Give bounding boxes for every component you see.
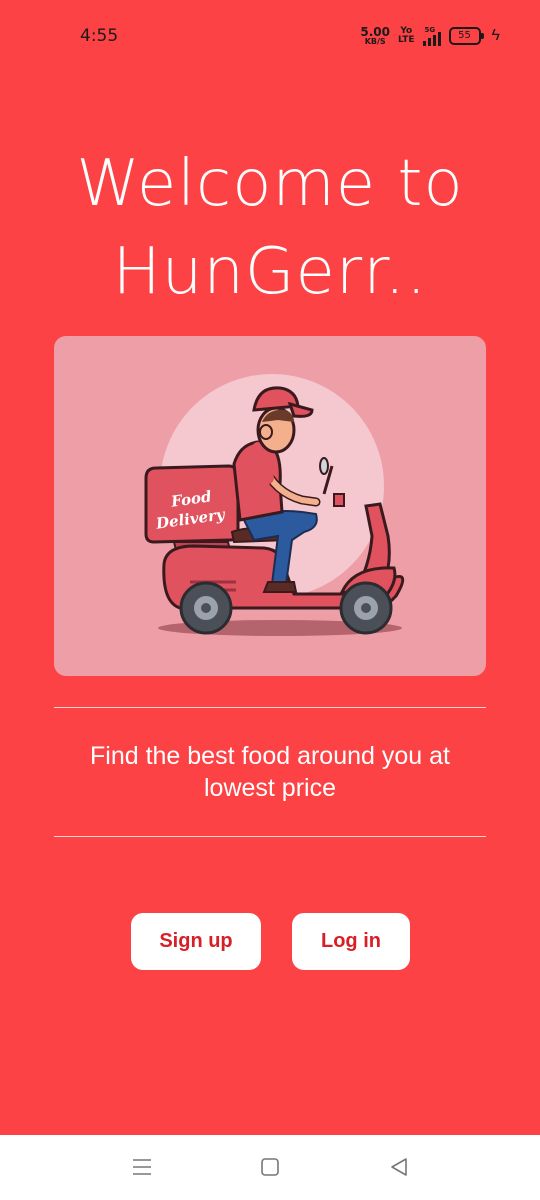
log-in-button[interactable]: Log in	[292, 913, 410, 970]
status-icons: 5.00 KB/S Yo LTE 5G 55 ϟ	[360, 24, 500, 48]
menu-icon[interactable]	[130, 1155, 154, 1179]
charging-icon: ϟ	[491, 27, 500, 44]
tagline-line1: Find the best food around you at	[90, 742, 450, 770]
scooter-delivery-illustration: Food Delivery	[144, 374, 405, 636]
network-type-label: 5G	[424, 25, 436, 34]
volte-icon: Yo LTE	[398, 27, 415, 45]
back-icon[interactable]	[388, 1155, 412, 1179]
network-speed-value: 5.00	[360, 24, 390, 39]
status-time: 4:55	[80, 26, 119, 46]
tagline-line2: lowest price	[204, 774, 336, 802]
signal-icon: 5G	[422, 25, 441, 46]
network-speed: 5.00 KB/S	[360, 24, 390, 46]
battery-icon: 55	[448, 27, 484, 45]
network-speed-unit: KB/S	[364, 36, 386, 46]
lte-label: LTE	[397, 35, 415, 45]
divider-top	[54, 707, 486, 708]
status-bar: 4:55 5.00 KB/S Yo LTE 5G 55 ϟ	[0, 0, 540, 72]
divider-bottom	[54, 836, 486, 837]
home-icon[interactable]	[258, 1155, 282, 1179]
navigation-bar	[0, 1135, 540, 1200]
hero-image: Food Delivery	[54, 336, 486, 676]
welcome-title-line2: HunGerr..	[112, 235, 428, 309]
sign-up-button[interactable]: Sign up	[131, 913, 261, 970]
welcome-title-line1: Welcome to	[76, 147, 464, 221]
battery-level: 55	[448, 27, 481, 45]
tagline: Find the best food around you at lowest …	[54, 740, 486, 804]
